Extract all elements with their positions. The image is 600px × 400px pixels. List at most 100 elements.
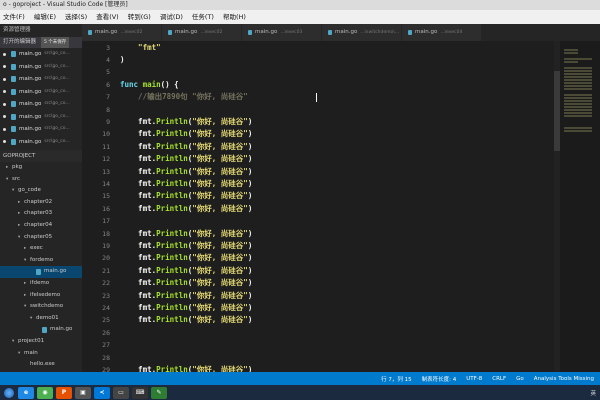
open-editor-item[interactable]: main.go src\go_co...	[0, 111, 82, 124]
menu-go[interactable]: 转到(G)	[128, 10, 151, 24]
tree-item[interactable]: ▸ chapter02	[0, 197, 82, 209]
code-line[interactable]: fmt.Println("你好, 尚硅谷")	[120, 166, 252, 178]
taskbar-app-icon[interactable]: ⌨	[132, 386, 148, 399]
code-line[interactable]: fmt.Println("你好, 尚硅谷")	[120, 302, 252, 314]
editor-tab[interactable]: main.go ...\exec03	[242, 24, 322, 41]
code-line[interactable]: func main() {	[120, 79, 179, 91]
code-line[interactable]: fmt.Println("你好, 尚硅谷")	[120, 252, 252, 264]
code-line[interactable]: fmt.Println("你好, 尚硅谷")	[120, 203, 252, 215]
tree-item[interactable]: ▾ switchdemo	[0, 301, 82, 313]
code-line[interactable]: fmt.Println("你好, 尚硅谷")	[120, 265, 252, 277]
window-titlebar: o - goproject - Visual Studio Code [管理员]	[0, 0, 600, 10]
tree-item[interactable]: ▸ chapter04	[0, 220, 82, 232]
tree-item[interactable]: main.go	[0, 324, 82, 336]
open-editor-item[interactable]: main.go src\go_co...	[0, 136, 82, 149]
tree-item[interactable]: ▾ main	[0, 348, 82, 360]
tree-item[interactable]: ▸ chapter03	[0, 208, 82, 220]
tree-item[interactable]: ▸ ifdemo	[0, 278, 82, 290]
menu-debug[interactable]: 调试(D)	[160, 10, 183, 24]
menu-file[interactable]: 文件(F)	[3, 10, 25, 24]
unsaved-dot-icon	[3, 102, 6, 106]
code-token: func	[120, 79, 143, 89]
line-number: 22	[102, 279, 110, 288]
tree-item[interactable]: ▾ fordemo	[0, 255, 82, 267]
open-editors-header[interactable]: 打开的编辑器 5 个未保存	[0, 37, 82, 48]
code-line[interactable]: fmt.Println("你好, 尚硅谷")	[120, 314, 252, 326]
menu-edit[interactable]: 编辑(E)	[34, 10, 56, 24]
menu-selection[interactable]: 选择(S)	[65, 10, 87, 24]
taskbar-app-icon[interactable]: ▭	[113, 386, 129, 399]
open-editor-item[interactable]: main.go src\go_co...	[0, 48, 82, 61]
open-editor-item[interactable]: main.go src\go_co...	[0, 98, 82, 111]
code-line[interactable]: fmt.Println("你好, 尚硅谷")	[120, 228, 252, 240]
taskbar-app-icon[interactable]: ✎	[151, 386, 167, 399]
tab-size[interactable]: 制表符长度: 4	[422, 375, 457, 383]
code-line[interactable]: fmt.Println("你好, 尚硅谷")	[120, 178, 252, 190]
code-area[interactable]: "fmt") func main() { //输出7890句 "你好, 尚硅谷" …	[120, 41, 560, 373]
code-token: )	[247, 302, 253, 312]
language-mode[interactable]: Go	[516, 376, 524, 382]
line-number: 4	[106, 55, 110, 64]
tree-item[interactable]: hello.exe	[0, 359, 82, 371]
analysis-tools-warning[interactable]: Analysis Tools Missing	[534, 376, 594, 382]
taskbar-app-icon[interactable]: ▣	[75, 386, 91, 399]
open-editor-item[interactable]: main.go src\go_co...	[0, 86, 82, 99]
tree-item[interactable]: ▸ pkg	[0, 162, 82, 174]
menu-view[interactable]: 查看(V)	[96, 10, 119, 24]
menu-help[interactable]: 帮助(H)	[223, 10, 246, 24]
code-line[interactable]: fmt.Println("你好, 尚硅谷")	[120, 240, 252, 252]
file-encoding[interactable]: UTF-8	[466, 376, 482, 382]
start-button-icon[interactable]	[4, 387, 14, 398]
minimap-line	[564, 109, 592, 111]
code-line[interactable]: fmt.Println("你好, 尚硅谷")	[120, 116, 252, 128]
code-line[interactable]: fmt.Println("你好, 尚硅谷")	[120, 290, 252, 302]
editor-tab[interactable]: main.go ...\switchdemo\...	[322, 24, 402, 41]
tree-item-label: ifdemo	[30, 279, 50, 286]
code-line[interactable]: //输出7890句 "你好, 尚硅谷"	[120, 91, 248, 103]
code-editor[interactable]: 3 4 5 6 7 8 9 10 11 12 13 14 15 16 17 18 19 20 21 22 23 24 25 2…	[82, 41, 600, 372]
tree-item[interactable]: ▸ ifelsedemo	[0, 290, 82, 302]
minimap-line	[564, 82, 592, 84]
code-token: )	[247, 265, 253, 275]
editor-tab[interactable]: main.go ...\exec02	[162, 24, 242, 41]
code-token: )	[247, 166, 253, 176]
menu-tasks[interactable]: 任务(T)	[192, 10, 214, 24]
minimap[interactable]	[560, 41, 600, 372]
tree-item[interactable]: ▾ chapter05	[0, 232, 82, 244]
editor-tab[interactable]: main.go ...\exec02	[82, 24, 162, 41]
ime-indicator[interactable]: 英	[590, 389, 596, 397]
taskbar-app-icon[interactable]: ≺	[94, 386, 110, 399]
tree-item[interactable]: ▸ exec	[0, 243, 82, 255]
code-line[interactable]: fmt.Println("你好, 尚硅谷")	[120, 141, 252, 153]
taskbar-app-icon[interactable]: e	[18, 386, 34, 399]
code-token: )	[247, 116, 253, 126]
code-token: "你好, 尚硅谷"	[192, 203, 248, 213]
taskbar-app-icon[interactable]: ◉	[37, 386, 53, 399]
tree-item[interactable]: ▾ go_code	[0, 185, 82, 197]
tree-item[interactable]: main.go	[0, 266, 82, 278]
code-line[interactable]: "fmt"	[120, 42, 161, 54]
line-number: 19	[102, 241, 110, 250]
line-number: 24	[102, 303, 110, 312]
code-token: fmt.	[120, 315, 157, 325]
open-editor-item[interactable]: main.go src\go_co...	[0, 73, 82, 86]
tab-path: ...\exec04	[440, 30, 463, 35]
editor-tab[interactable]: main.go ...\exec04	[402, 24, 482, 41]
tree-item[interactable]: ▾ demo01	[0, 313, 82, 325]
open-editor-item[interactable]: main.go src\go_co...	[0, 123, 82, 136]
cursor-position[interactable]: 行 7，列 15	[381, 375, 412, 383]
code-line[interactable]: fmt.Println("你好, 尚硅谷")	[120, 153, 252, 165]
tree-item-label: project01	[18, 337, 45, 344]
line-ending[interactable]: CRLF	[492, 376, 506, 382]
tree-item[interactable]: ▾ project01	[0, 336, 82, 348]
project-header[interactable]: GOPROJECT	[0, 150, 82, 162]
text-cursor	[316, 93, 317, 102]
code-line[interactable]: fmt.Println("你好, 尚硅谷")	[120, 128, 252, 140]
open-editor-item[interactable]: main.go src\go_co...	[0, 61, 82, 74]
code-line[interactable]: )	[120, 54, 125, 66]
code-line[interactable]: fmt.Println("你好, 尚硅谷")	[120, 190, 252, 202]
code-line[interactable]: fmt.Println("你好, 尚硅谷")	[120, 277, 252, 289]
tree-item[interactable]: ▾ src	[0, 174, 82, 186]
code-line[interactable]: fmt.Println("你好, 尚硅谷")	[120, 364, 252, 372]
taskbar-app-icon[interactable]: P	[56, 386, 72, 399]
